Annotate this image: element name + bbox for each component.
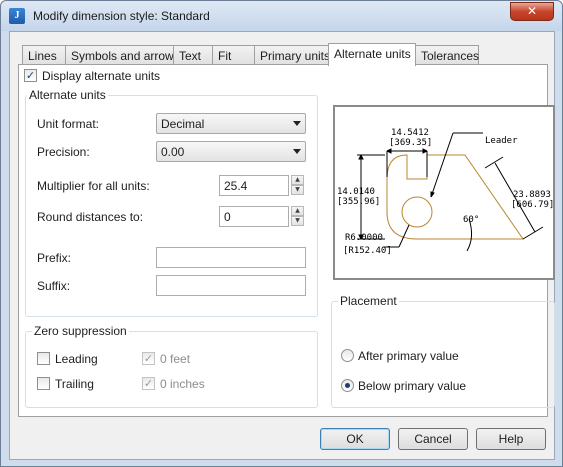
spin-down-icon[interactable]: ▼ — [291, 185, 304, 195]
dialog-window: J Modify dimension style: Standard ✕ Lin… — [0, 0, 563, 467]
spin-up-icon[interactable]: ▲ — [291, 175, 304, 185]
trailing-label: Trailing — [55, 377, 94, 391]
help-button[interactable]: Help — [476, 428, 546, 450]
right-dim-primary: 23.8893 — [513, 190, 551, 200]
precision-select[interactable]: 0.00 — [156, 141, 306, 162]
cancel-button[interactable]: Cancel — [398, 428, 468, 450]
alternate-units-group-title: Alternate units — [27, 88, 108, 102]
dimension-preview: 14.5412 [369.35] 14.0140 [355.96] 23.889… — [333, 105, 555, 280]
after-primary-label: After primary value — [358, 349, 459, 363]
trailing-checkbox[interactable] — [37, 377, 50, 390]
after-primary-radio[interactable] — [341, 349, 354, 362]
tab-fit[interactable]: Fit — [212, 45, 255, 65]
chevron-down-icon — [293, 121, 301, 126]
alternate-units-group: Alternate units Unit format: Decimal Pre… — [25, 88, 318, 317]
part-hole — [401, 196, 433, 228]
zero-suppression-group: Zero suppression Leading Trailing ✓ 0 fe… — [25, 324, 318, 408]
leading-checkbox[interactable] — [37, 352, 50, 365]
prefix-label: Prefix: — [37, 251, 72, 265]
tab-symbols-and-arrows[interactable]: Symbols and arrows — [65, 45, 180, 65]
below-primary-label: Below primary value — [358, 379, 467, 393]
top-dim-primary: 14.5412 — [391, 128, 429, 138]
tab-alternate-units[interactable]: Alternate units — [328, 43, 416, 66]
tab-lines[interactable]: Lines — [22, 45, 66, 65]
preview-drawing: 14.5412 [369.35] 14.0140 [355.96] 23.889… — [337, 128, 554, 256]
close-button[interactable]: ✕ — [510, 2, 554, 21]
tab-text[interactable]: Text — [173, 45, 213, 65]
unit-format-value: Decimal — [161, 117, 205, 131]
chevron-down-icon — [293, 149, 301, 154]
tab-tolerances[interactable]: Tolerances — [415, 45, 479, 65]
radio-selected-dot — [345, 383, 350, 388]
unit-format-label: Unit format: — [37, 117, 100, 131]
display-alternate-units-checkbox[interactable]: ✓ — [24, 69, 37, 82]
zero-feet-label: 0 feet — [160, 352, 191, 366]
alternate-units-panel: ✓ Display alternate units Alternate unit… — [18, 64, 555, 417]
precision-label: Precision: — [37, 145, 90, 159]
ok-button[interactable]: OK — [320, 428, 390, 450]
leader-label: Leader — [485, 136, 518, 146]
left-dim-primary: 14.0140 — [337, 187, 375, 197]
round-distances-label: Round distances to: — [37, 210, 144, 224]
display-alternate-units-label: Display alternate units — [42, 69, 161, 83]
placement-group: Placement After primary value Below prim… — [331, 294, 555, 408]
leading-label: Leading — [55, 352, 98, 366]
radius-primary: R6.0000 — [345, 233, 383, 243]
multiplier-stepper[interactable]: ▲ ▼ — [291, 175, 304, 196]
app-icon: J — [9, 8, 25, 24]
round-distances-input[interactable]: 0 — [219, 206, 289, 227]
tab-primary-units[interactable]: Primary units — [254, 45, 330, 65]
zero-feet-checkbox: ✓ — [142, 352, 155, 365]
multiplier-label: Multiplier for all units: — [37, 179, 150, 193]
prefix-input[interactable] — [156, 247, 306, 268]
zero-suppression-group-title: Zero suppression — [32, 324, 129, 338]
spin-down-icon[interactable]: ▼ — [291, 216, 304, 226]
window-title: Modify dimension style: Standard — [33, 9, 210, 23]
suffix-label: Suffix: — [37, 279, 71, 293]
top-dim-alt: [369.35] — [389, 138, 432, 148]
title-bar[interactable]: J Modify dimension style: Standard ✕ — [1, 1, 562, 31]
placement-group-title: Placement — [338, 294, 399, 308]
round-distances-stepper[interactable]: ▲ ▼ — [291, 206, 304, 227]
left-dim-alt: [355.96] — [337, 197, 380, 207]
multiplier-input[interactable]: 25.4 — [219, 175, 289, 196]
right-dim-alt: [606.79] — [511, 200, 553, 210]
precision-value: 0.00 — [161, 145, 185, 159]
zero-inches-label: 0 inches — [160, 377, 205, 391]
zero-inches-checkbox: ✓ — [142, 377, 155, 390]
angle-label: 60° — [463, 215, 479, 225]
radius-alt: [R152.40] — [343, 246, 392, 256]
spin-up-icon[interactable]: ▲ — [291, 206, 304, 216]
part-outline — [386, 154, 524, 240]
unit-format-select[interactable]: Decimal — [156, 113, 306, 134]
suffix-input[interactable] — [156, 275, 306, 296]
below-primary-radio[interactable] — [341, 379, 354, 392]
dialog-client: Lines Symbols and arrows Text Fit Primar… — [9, 31, 555, 460]
